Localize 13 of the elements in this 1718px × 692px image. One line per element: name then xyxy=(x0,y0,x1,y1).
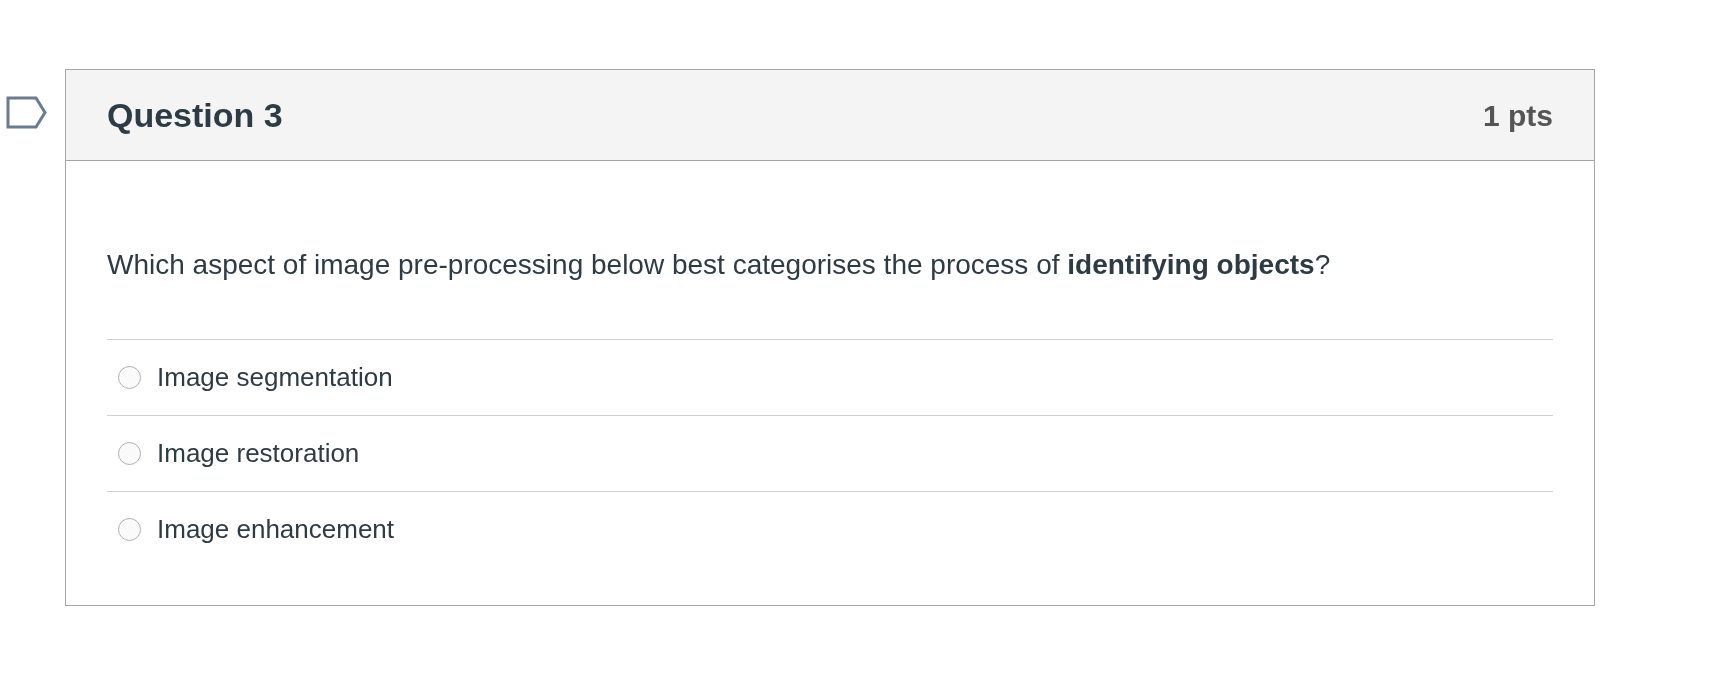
answer-label: Image enhancement xyxy=(157,513,395,546)
points-label: 1 pts xyxy=(1482,97,1553,134)
answer-label: Image segmentation xyxy=(157,361,393,394)
question-title: Question 3 xyxy=(107,94,283,136)
answer-label: Image restoration xyxy=(157,437,360,470)
radio-button[interactable] xyxy=(118,442,141,465)
question-text: Which aspect of image pre-processing below best categorises the process of identifying objects? xyxy=(107,248,1332,282)
flag-icon[interactable] xyxy=(6,96,47,129)
answer-option[interactable]: Image segmentation xyxy=(107,339,1553,415)
answer-option[interactable]: Image restoration xyxy=(107,415,1553,491)
radio-button[interactable] xyxy=(118,518,141,541)
answer-option[interactable]: Image enhancement xyxy=(107,491,1553,567)
radio-button[interactable] xyxy=(118,366,141,389)
